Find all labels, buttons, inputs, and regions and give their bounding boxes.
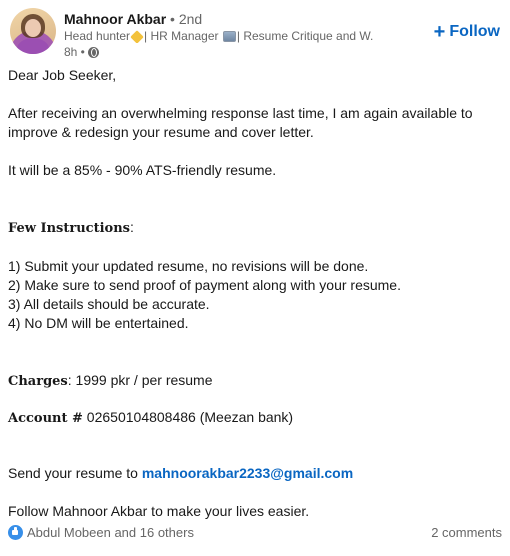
plus-icon: + xyxy=(433,21,446,43)
post-greeting: Dear Job Seeker, xyxy=(8,67,117,83)
send-line: Send your resume to mahnoorakbar2233@gma… xyxy=(8,464,502,483)
post-header: Mahnoor Akbar • 2nd Head hunter | HR Mana… xyxy=(10,8,500,59)
account-value: 02650104808486 (Meezan bank) xyxy=(82,409,294,425)
instruction-item: 2) Make sure to send proof of payment al… xyxy=(8,277,401,293)
instruction-item: 3) All details should be accurate. xyxy=(8,296,210,312)
star-emoji-icon xyxy=(130,30,144,43)
comments-count[interactable]: 2 comments xyxy=(431,525,502,540)
connection-degree: • 2nd xyxy=(170,11,203,27)
post-closing: Follow Mahnoor Akbar to make your lives … xyxy=(8,503,310,519)
headline-part2: | HR Manager xyxy=(144,29,219,43)
send-text: Send your resume to xyxy=(8,465,142,481)
charges-label: Charges xyxy=(8,374,68,389)
author-avatar[interactable] xyxy=(10,8,56,54)
post-time: 8h • xyxy=(64,45,85,59)
instruction-item: 1) Submit your updated resume, no revisi… xyxy=(8,258,369,274)
frame-emoji-icon xyxy=(222,31,236,43)
follow-button[interactable]: + Follow xyxy=(433,21,500,43)
author-name-line: Mahnoor Akbar • 2nd xyxy=(64,11,202,27)
post-intro: After receiving an overwhelming response… xyxy=(8,105,473,140)
headline-part3: | Resume Critique and W... xyxy=(236,29,374,43)
post-ats: It will be a 85% - 90% ATS-friendly resu… xyxy=(8,162,277,178)
post-meta: 8h • xyxy=(64,45,99,59)
charges-line: Charges: 1999 pkr / per resume xyxy=(8,371,502,391)
author-name[interactable]: Mahnoor Akbar xyxy=(64,11,166,27)
reactions-count[interactable]: Abdul Mobeen and 16 others xyxy=(27,525,194,540)
instruction-item: 4) No DM will be entertained. xyxy=(8,315,189,331)
avatar-face xyxy=(25,19,41,37)
instructions-colon: : xyxy=(129,219,134,235)
post-body: Dear Job Seeker, After receiving an over… xyxy=(8,66,502,521)
follow-label: Follow xyxy=(449,23,500,40)
social-counts: Abdul Mobeen and 16 others 2 comments xyxy=(8,522,502,542)
avatar-body xyxy=(17,38,49,54)
account-label: Account # xyxy=(8,411,83,426)
instructions-heading: Few Instructions: xyxy=(8,218,502,238)
headline-part1: Head hunter xyxy=(64,29,131,43)
charges-value: : 1999 pkr / per resume xyxy=(67,372,213,388)
author-headline[interactable]: Head hunter | HR Manager | Resume Critiqu… xyxy=(64,29,374,43)
instructions-title: Few Instructions xyxy=(8,221,130,236)
email-link[interactable]: mahnoorakbar2233@gmail.com xyxy=(142,465,353,481)
like-icon xyxy=(8,524,23,540)
globe-icon xyxy=(87,46,99,58)
account-line: Account # 02650104808486 (Meezan bank) xyxy=(8,408,502,428)
